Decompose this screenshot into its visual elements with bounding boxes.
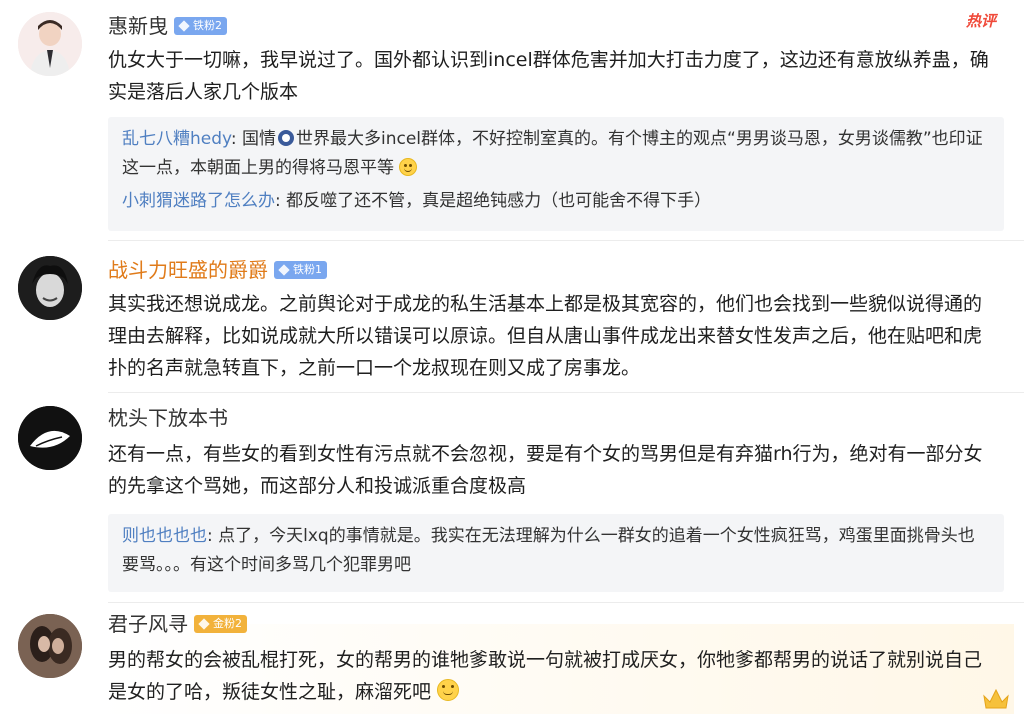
diamond-icon: [198, 618, 210, 630]
reply-box[interactable]: 则也也也也: 点了，今天lxq的事情就是。我实在无法理解为什么一群女的追着一个女…: [108, 514, 1004, 592]
username[interactable]: 枕头下放本书: [108, 406, 228, 430]
crown-icon: [983, 688, 1009, 709]
reply-username[interactable]: 小刺猬迷路了怎么办: [122, 191, 275, 211]
fan-badge-label: 铁粉2: [193, 19, 222, 32]
reply-text: : 点了，今天lxq的事情就是。我实在无法理解为什么一群女的追着一个女性疯狂骂，…: [122, 526, 975, 575]
reply-username[interactable]: 乱七八糟hedy: [122, 129, 231, 149]
reply-item: 则也也也也: 点了，今天lxq的事情就是。我实在无法理解为什么一群女的追着一个女…: [122, 522, 990, 580]
fan-badge: 铁粉2: [174, 17, 227, 35]
divider: [108, 392, 1024, 393]
username[interactable]: 惠新曳 铁粉2: [108, 14, 227, 38]
reply-box[interactable]: 乱七八糟hedy: 国情 世界最大多incel群体，不好控制室真的。有个博主的观点…: [108, 117, 1004, 231]
comment-text: 男的帮女的会被乱棍打死，女的帮男的谁牠爹敢说一句就被打成厌女，你牠爹都帮男的说话…: [108, 644, 1000, 708]
reply-item: 小刺猬迷路了怎么办: 都反噬了还不管，真是超绝钝感力（也可能舍不得下手）: [122, 187, 990, 216]
laugh-emoji-icon: [278, 130, 294, 146]
smile-emoji-icon: [399, 158, 418, 176]
avatar[interactable]: [18, 256, 82, 320]
username-text[interactable]: 惠新曳: [108, 14, 168, 38]
comment-text: 其实我还想说成龙。之前舆论对于成龙的私生活基本上都是极其宽容的，他们也会找到一些…: [108, 293, 983, 379]
username-text[interactable]: 战斗力旺盛的爵爵: [108, 258, 268, 282]
reply-text-part: : 国情: [230, 129, 276, 149]
divider: [108, 240, 1024, 241]
reply-text: : 都反噬了还不管，真是超绝钝感力（也可能舍不得下手）: [275, 191, 712, 211]
fan-badge: 铁粉1: [274, 261, 327, 279]
hot-comment-badge: 热评: [966, 12, 997, 30]
avatar[interactable]: [18, 12, 82, 76]
comment-text: 还有一点，有些女的看到女性有污点就不会忽视，要是有个女的骂男但是有弃猫rh行为，…: [108, 443, 983, 497]
comment-text: 仇女大于一切嘛，我早说过了。国外都认识到incel群体危害并加大打击力度了，这边…: [108, 49, 989, 103]
divider: [108, 602, 1024, 603]
username-text[interactable]: 枕头下放本书: [108, 406, 228, 430]
avatar[interactable]: [18, 614, 82, 678]
smile-emoji-icon: [437, 679, 460, 701]
reply-item: 乱七八糟hedy: 国情 世界最大多incel群体，不好控制室真的。有个博主的观点…: [122, 125, 990, 183]
avatar[interactable]: [18, 406, 82, 470]
username[interactable]: 君子风寻 金粉2: [108, 612, 247, 636]
fan-badge-label: 金粉2: [213, 617, 242, 630]
reply-username[interactable]: 则也也也也: [122, 526, 207, 546]
comment-text-content: 男的帮女的会被乱棍打死，女的帮男的谁牠爹敢说一句就被打成厌女，你牠爹都帮男的说话…: [108, 649, 983, 703]
fan-badge: 金粉2: [194, 615, 247, 633]
fan-badge-label: 铁粉1: [293, 263, 322, 276]
diamond-icon: [278, 264, 290, 276]
username[interactable]: 战斗力旺盛的爵爵 铁粉1: [108, 258, 327, 282]
username-text[interactable]: 君子风寻: [108, 612, 188, 636]
diamond-icon: [178, 20, 190, 32]
